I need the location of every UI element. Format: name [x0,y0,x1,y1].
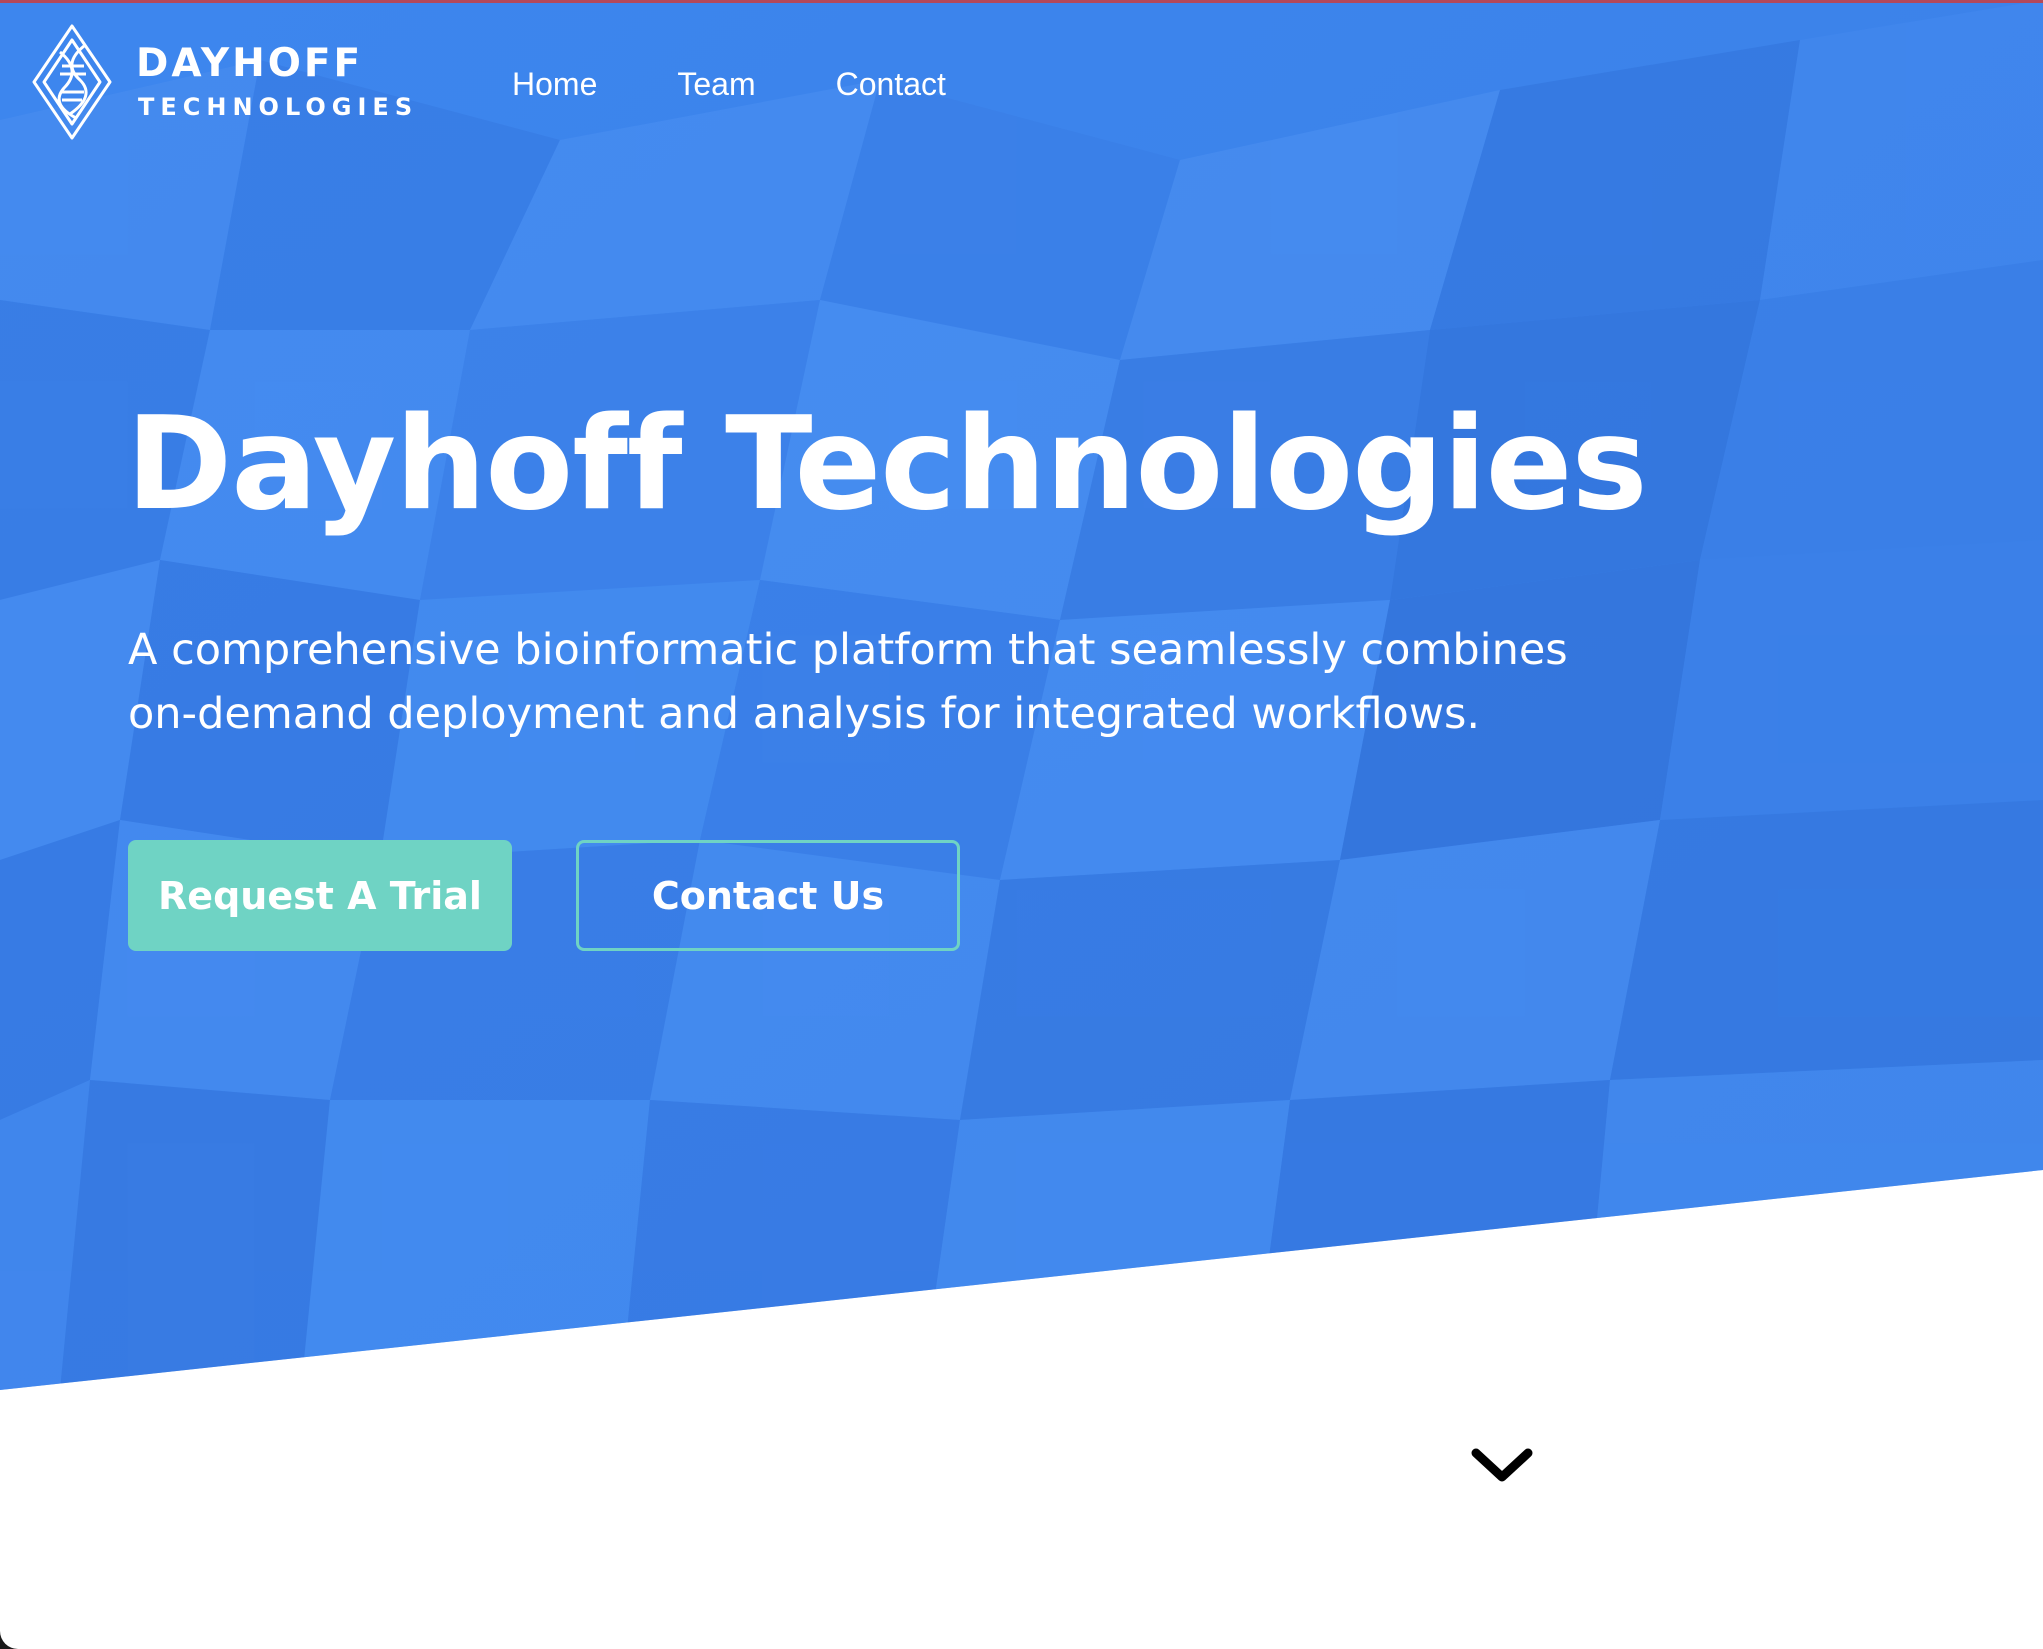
brand-logo[interactable]: DAYHOFF TECHNOLOGIES [30,22,430,142]
hero-subtitle: A comprehensive bioinformatic platform t… [128,625,1568,739]
main-nav: Home Team Contact [512,64,946,104]
hero-section: DAYHOFF TECHNOLOGIES Home Team Contact D… [0,0,2043,1649]
chevron-down-icon[interactable] [1470,1445,1534,1485]
nav-link-team[interactable]: Team [677,64,755,104]
contact-us-button[interactable]: Contact Us [576,840,960,951]
top-rule [0,0,2043,3]
request-trial-button[interactable]: Request A Trial [128,840,512,951]
brand-subname: TECHNOLOGIES [138,93,419,121]
landing-page: DAYHOFF TECHNOLOGIES Home Team Contact D… [0,0,2043,1649]
nav-link-home[interactable]: Home [512,64,597,104]
helix-diamond-icon [32,24,112,140]
nav-link-contact[interactable]: Contact [836,64,946,104]
hero-title: Dayhoff Technologies [126,390,1648,539]
hero-background [0,0,2043,1390]
brand-name: DAYHOFF [136,41,364,86]
